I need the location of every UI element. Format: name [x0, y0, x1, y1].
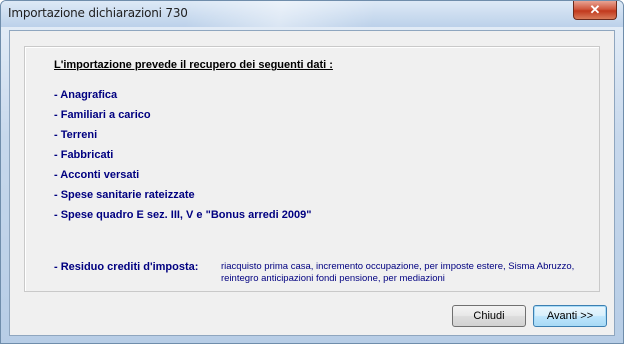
- residuo-crediti-detail: riacquisto prima casa, incremento occupa…: [221, 261, 575, 284]
- next-button[interactable]: Avanti >>: [533, 305, 607, 327]
- window-title: Importazione dichiarazioni 730: [8, 6, 188, 20]
- list-item-residuo-crediti: - Residuo crediti d'imposta:: [54, 261, 199, 273]
- list-item-acconti: - Acconti versati: [54, 169, 140, 181]
- list-item-fabbricati: - Fabbricati: [54, 149, 114, 161]
- close-icon: ✕: [589, 2, 601, 17]
- list-item-spese-quadro-e: - Spese quadro E sez. III, V e "Bonus ar…: [54, 209, 312, 221]
- info-heading: L'importazione prevede il recupero dei s…: [54, 59, 333, 71]
- dialog-window: Importazione dichiarazioni 730 ✕ L'impor…: [0, 0, 624, 344]
- title-bar[interactable]: Importazione dichiarazioni 730 ✕: [1, 1, 623, 27]
- dialog-client-area: L'importazione prevede il recupero dei s…: [9, 30, 615, 336]
- list-item-anagrafica: - Anagrafica: [54, 89, 118, 101]
- list-item-terreni: - Terreni: [54, 129, 98, 141]
- close-button[interactable]: Chiudi: [452, 305, 526, 327]
- window-close-button[interactable]: ✕: [573, 1, 617, 20]
- info-group-box: L'importazione prevede il recupero dei s…: [24, 46, 600, 292]
- list-item-familiari: - Familiari a carico: [54, 109, 151, 121]
- list-item-spese-sanitarie: - Spese sanitarie rateizzate: [54, 189, 195, 201]
